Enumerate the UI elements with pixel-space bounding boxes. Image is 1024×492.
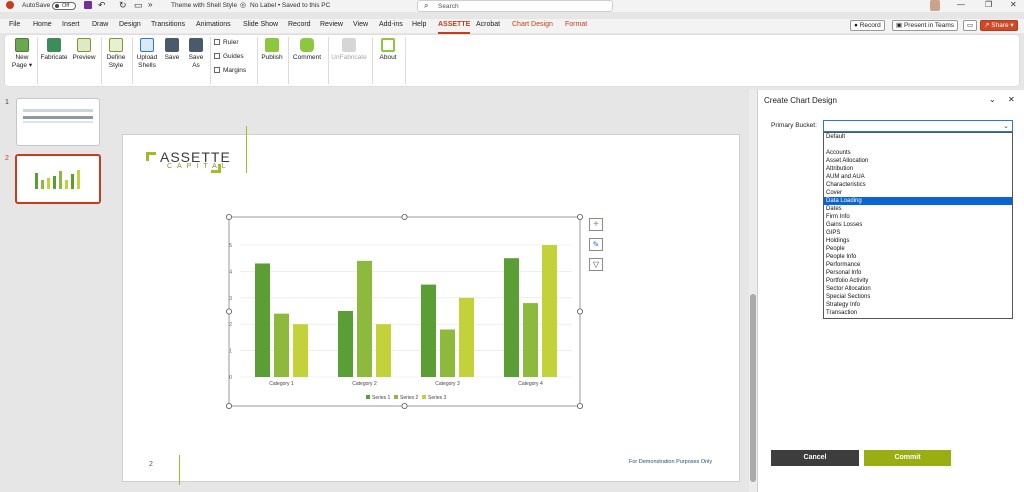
resize-handle[interactable] bbox=[401, 213, 408, 220]
dropdown-option[interactable]: Performance bbox=[824, 261, 1012, 269]
bar-series-3[interactable] bbox=[376, 324, 391, 377]
resize-handle[interactable] bbox=[225, 308, 232, 315]
dropdown-option[interactable]: Cover bbox=[824, 189, 1012, 197]
dropdown-option[interactable]: Accounts bbox=[824, 149, 1012, 157]
dropdown-option[interactable]: Portfolio Activity bbox=[824, 277, 1012, 285]
legend-swatch bbox=[366, 395, 370, 399]
primary-bucket-select[interactable]: ⌄ bbox=[823, 120, 1013, 132]
legend-label: Series 3 bbox=[428, 395, 447, 401]
y-tick-label: 0 bbox=[229, 375, 232, 381]
bar-series-3[interactable] bbox=[293, 324, 308, 377]
x-tick-label: Category 4 bbox=[518, 381, 543, 387]
bar-series-1[interactable] bbox=[255, 263, 270, 377]
bar-series-2[interactable] bbox=[274, 313, 289, 377]
dropdown-option[interactable]: Sector Allocation bbox=[824, 285, 1012, 293]
x-tick-label: Category 3 bbox=[435, 381, 460, 387]
dropdown-option[interactable]: Characteristics bbox=[824, 181, 1012, 189]
legend-label: Series 2 bbox=[400, 395, 419, 401]
resize-handle[interactable] bbox=[577, 308, 584, 315]
y-tick-label: 3 bbox=[229, 296, 232, 302]
legend-swatch bbox=[394, 395, 398, 399]
chart-elements-icon[interactable]: + bbox=[589, 218, 603, 231]
dropdown-option[interactable]: Holdings bbox=[824, 237, 1012, 245]
dropdown-option[interactable]: AUM and AUA bbox=[824, 173, 1012, 181]
dropdown-option[interactable]: Dates bbox=[824, 205, 1012, 213]
bar-series-2[interactable] bbox=[357, 260, 372, 377]
pane-title: Create Chart Design bbox=[764, 96, 837, 105]
dropdown-option[interactable]: Transaction bbox=[824, 309, 1012, 317]
y-tick-label: 5 bbox=[229, 243, 232, 249]
legend-swatch bbox=[422, 395, 426, 399]
bar-series-2[interactable] bbox=[523, 303, 538, 377]
dropdown-option[interactable]: Personal Info bbox=[824, 269, 1012, 277]
primary-bucket-dropdown[interactable]: Default Accounts Asset Allocation Attributi… bbox=[823, 132, 1013, 319]
commit-button[interactable]: Commit bbox=[864, 450, 951, 466]
y-tick-label: 1 bbox=[229, 349, 232, 355]
dropdown-option[interactable]: Data Loading bbox=[824, 197, 1012, 205]
resize-handle[interactable] bbox=[401, 402, 408, 409]
dropdown-option[interactable]: People bbox=[824, 245, 1012, 253]
dropdown-option[interactable]: GIPS bbox=[824, 229, 1012, 237]
legend-label: Series 1 bbox=[372, 395, 391, 401]
bar-series-3[interactable] bbox=[542, 245, 557, 377]
dropdown-option[interactable]: Gains Losses bbox=[824, 221, 1012, 229]
dropdown-option[interactable]: Strategy Info bbox=[824, 301, 1012, 309]
resize-handle[interactable] bbox=[225, 213, 232, 220]
bar-series-1[interactable] bbox=[504, 258, 519, 377]
bar-series-1[interactable] bbox=[338, 311, 353, 377]
primary-bucket-label: Primary Bucket: bbox=[771, 122, 817, 129]
x-tick-label: Category 2 bbox=[352, 381, 377, 387]
y-tick-label: 4 bbox=[229, 269, 232, 275]
x-tick-label: Category 1 bbox=[269, 381, 294, 387]
dropdown-option[interactable]: Attribution bbox=[824, 165, 1012, 173]
pane-options-icon[interactable]: ⌄ bbox=[989, 95, 996, 104]
dropdown-option[interactable] bbox=[824, 141, 1012, 149]
cancel-button[interactable]: Cancel bbox=[771, 450, 859, 466]
pane-close-icon[interactable]: ✕ bbox=[1008, 95, 1015, 104]
dropdown-option[interactable]: Firm Info bbox=[824, 213, 1012, 221]
dropdown-option[interactable]: Special Sections bbox=[824, 293, 1012, 301]
bar-series-3[interactable] bbox=[459, 297, 474, 377]
chart-filter-icon[interactable]: ▽ bbox=[589, 258, 603, 271]
bar-series-1[interactable] bbox=[421, 284, 436, 377]
dropdown-option[interactable]: Default bbox=[824, 133, 1012, 141]
resize-handle[interactable] bbox=[577, 402, 584, 409]
chevron-down-icon: ⌄ bbox=[1003, 123, 1009, 130]
resize-handle[interactable] bbox=[577, 213, 584, 220]
resize-handle[interactable] bbox=[225, 402, 232, 409]
bar-series-2[interactable] bbox=[440, 329, 455, 377]
chart-styles-icon[interactable]: ✎ bbox=[589, 238, 603, 251]
y-tick-label: 2 bbox=[229, 322, 232, 328]
dropdown-option[interactable]: Asset Allocation bbox=[824, 157, 1012, 165]
dropdown-option[interactable]: People Info bbox=[824, 253, 1012, 261]
